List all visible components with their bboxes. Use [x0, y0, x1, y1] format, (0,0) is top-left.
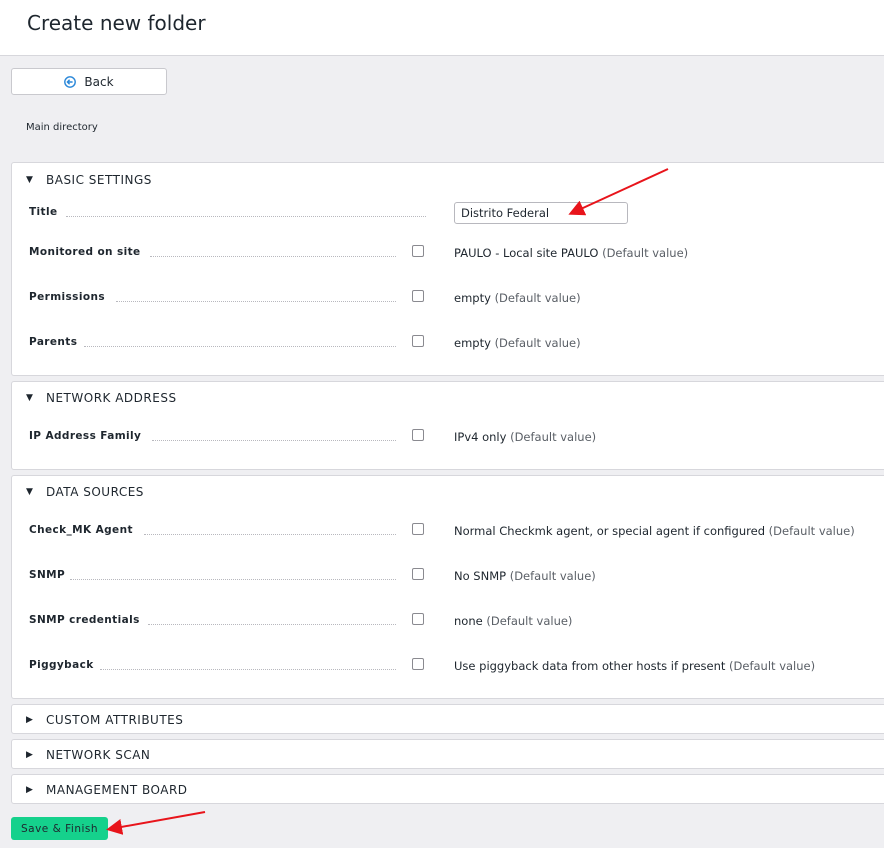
form-row-snmp: SNMP No SNMP (Default value)	[12, 568, 884, 589]
section-custom-attributes[interactable]: ▶ CUSTOM ATTRIBUTES	[11, 704, 884, 734]
back-arrow-circle-icon	[64, 75, 77, 88]
section-header-network-address[interactable]: ▼ NETWORK ADDRESS	[26, 391, 177, 405]
field-label: Title	[29, 206, 58, 218]
field-value: empty (Default value)	[454, 291, 581, 305]
dotted-leader	[100, 669, 396, 670]
triangle-right-icon: ▶	[26, 750, 34, 760]
monitored-on-site-checkbox[interactable]	[412, 245, 424, 257]
piggyback-checkbox[interactable]	[412, 658, 424, 670]
field-label: IP Address Family	[29, 430, 142, 442]
form-row-title: Title Distrito Federal	[12, 202, 884, 226]
field-label: Permissions	[29, 291, 105, 303]
dotted-leader	[144, 534, 396, 535]
title-input[interactable]: Distrito Federal	[454, 202, 628, 224]
triangle-down-icon: ▼	[26, 175, 34, 185]
field-value: none (Default value)	[454, 614, 573, 628]
section-title: BASIC SETTINGS	[46, 173, 152, 187]
triangle-down-icon: ▼	[26, 393, 34, 403]
field-value: No SNMP (Default value)	[454, 569, 596, 583]
field-label: Piggyback	[29, 659, 94, 671]
save-and-finish-button[interactable]: Save & Finish	[11, 817, 108, 840]
form-row-parents: Parents empty (Default value)	[12, 335, 884, 356]
triangle-right-icon: ▶	[26, 715, 34, 725]
section-header-network-scan[interactable]: ▶ NETWORK SCAN	[26, 748, 150, 762]
section-header-management-board[interactable]: ▶ MANAGEMENT BOARD	[26, 783, 188, 797]
back-button[interactable]: Back	[11, 68, 167, 95]
snmp-checkbox[interactable]	[412, 568, 424, 580]
field-label: Check_MK Agent	[29, 524, 133, 536]
section-data-sources: ▼ DATA SOURCES Check_MK Agent Normal Che…	[11, 475, 884, 699]
section-header-data-sources[interactable]: ▼ DATA SOURCES	[26, 485, 144, 499]
annotation-arrow-save	[106, 811, 206, 835]
section-title: MANAGEMENT BOARD	[46, 783, 188, 797]
form-row-permissions: Permissions empty (Default value)	[12, 290, 884, 311]
page-title: Create new folder	[27, 11, 206, 35]
triangle-right-icon: ▶	[26, 785, 34, 795]
form-row-monitored-on-site: Monitored on site PAULO - Local site PAU…	[12, 245, 884, 266]
section-header-custom-attributes[interactable]: ▶ CUSTOM ATTRIBUTES	[26, 713, 183, 727]
form-row-ip-address-family: IP Address Family IPv4 only (Default val…	[12, 429, 884, 450]
field-value: PAULO - Local site PAULO (Default value)	[454, 246, 689, 260]
page-header: Create new folder	[0, 0, 884, 56]
field-value: IPv4 only (Default value)	[454, 430, 597, 444]
dotted-leader	[148, 624, 396, 625]
section-network-address: ▼ NETWORK ADDRESS IP Address Family IPv4…	[11, 381, 884, 470]
field-value: Use piggyback data from other hosts if p…	[454, 659, 816, 673]
dotted-leader	[150, 256, 396, 257]
dotted-leader	[66, 216, 426, 217]
section-header-basic-settings[interactable]: ▼ BASIC SETTINGS	[26, 173, 152, 187]
check-mk-agent-checkbox[interactable]	[412, 523, 424, 535]
section-title: NETWORK ADDRESS	[46, 391, 177, 405]
ip-address-family-checkbox[interactable]	[412, 429, 424, 441]
dotted-leader	[152, 440, 396, 441]
dotted-leader	[70, 579, 396, 580]
section-management-board[interactable]: ▶ MANAGEMENT BOARD	[11, 774, 884, 804]
field-value: Normal Checkmk agent, or special agent i…	[454, 524, 855, 538]
section-title: DATA SOURCES	[46, 485, 144, 499]
dotted-leader	[116, 301, 396, 302]
breadcrumb: Main directory	[26, 122, 98, 133]
permissions-checkbox[interactable]	[412, 290, 424, 302]
section-title: NETWORK SCAN	[46, 748, 151, 762]
back-button-label: Back	[84, 74, 114, 89]
section-network-scan[interactable]: ▶ NETWORK SCAN	[11, 739, 884, 769]
section-basic-settings: ▼ BASIC SETTINGS Title Distrito Federal …	[11, 162, 884, 376]
field-value: empty (Default value)	[454, 336, 581, 350]
section-title: CUSTOM ATTRIBUTES	[46, 713, 184, 727]
triangle-down-icon: ▼	[26, 487, 34, 497]
parents-checkbox[interactable]	[412, 335, 424, 347]
field-label: SNMP	[29, 569, 66, 581]
form-row-snmp-credentials: SNMP credentials none (Default value)	[12, 613, 884, 634]
field-label: SNMP credentials	[29, 614, 140, 626]
dotted-leader	[84, 346, 396, 347]
snmp-credentials-checkbox[interactable]	[412, 613, 424, 625]
field-label: Parents	[29, 336, 78, 348]
form-row-piggyback: Piggyback Use piggyback data from other …	[12, 658, 884, 679]
form-row-check-mk-agent: Check_MK Agent Normal Checkmk agent, or …	[12, 523, 884, 544]
field-label: Monitored on site	[29, 246, 141, 258]
